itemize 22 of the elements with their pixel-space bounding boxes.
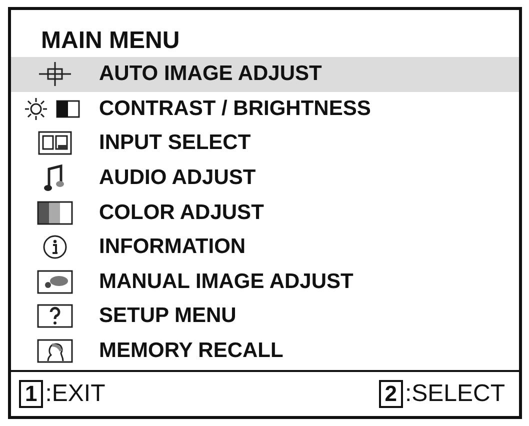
menu-item[interactable]: MANUAL IMAGE ADJUST — [11, 264, 519, 300]
menu-item[interactable]: COLOR ADJUST — [11, 195, 519, 230]
hand-adjust-icon — [37, 270, 73, 294]
key-label: 1 — [19, 380, 44, 408]
menu-title: MAIN MENU — [40, 26, 181, 56]
menu-item[interactable]: CONTRAST / BRIGHTNESS — [11, 92, 519, 126]
color-bars-icon — [37, 200, 73, 225]
menu-item[interactable]: INPUT SELECT — [11, 126, 519, 161]
head-profile-icon — [37, 339, 73, 364]
menu-item[interactable]: AUTO IMAGE ADJUST — [11, 57, 519, 92]
key-action: :SELECT — [404, 380, 505, 408]
key-action: :EXIT — [45, 380, 106, 408]
key-label: 2 — [378, 380, 403, 408]
menu-item[interactable]: SETUP MENU — [11, 299, 519, 334]
input-select-icon — [38, 131, 72, 156]
info-icon — [42, 234, 68, 260]
menu-item[interactable]: INFORMATION — [11, 230, 519, 265]
music-note-icon — [43, 164, 67, 192]
crosshair-icon — [37, 61, 73, 88]
menu-item[interactable]: AUDIO ADJUST — [11, 160, 519, 196]
help-icon — [37, 304, 73, 328]
menu-item[interactable]: MEMORY RECALL — [11, 334, 519, 368]
